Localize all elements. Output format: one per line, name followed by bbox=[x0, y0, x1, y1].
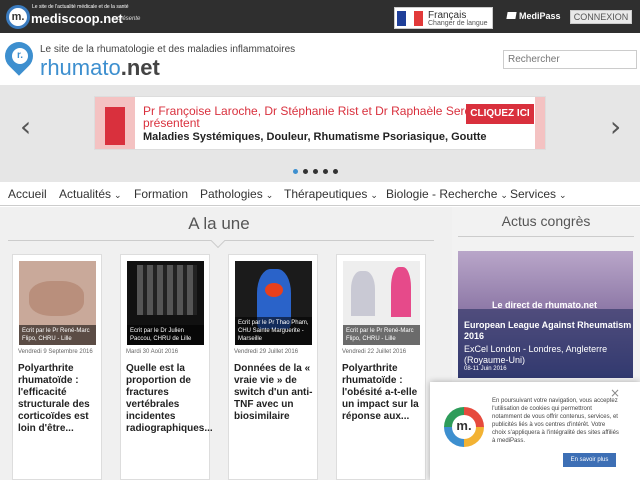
connexion-button[interactable]: CONNEXION bbox=[570, 10, 632, 24]
rhumato-name-suffix: .net bbox=[120, 55, 160, 80]
carousel-dot[interactable] bbox=[333, 169, 338, 174]
nav-item-therapeutiques[interactable]: Thérapeutiques ⌄ bbox=[284, 187, 378, 201]
medipass-logo-letter: m. bbox=[452, 415, 476, 439]
mediscoop-tagline: Le site de l'actualité médicale et de la… bbox=[32, 4, 129, 10]
congres-direct-label: Le direct de rhumato.net bbox=[492, 300, 598, 310]
article-author: Ecrit par le Dr Julien Paccou, CHRU de L… bbox=[127, 325, 204, 345]
cookie-text: En poursuivant votre navigation, vous ac… bbox=[492, 398, 619, 444]
nav-item-pathologies[interactable]: Pathologies ⌄ bbox=[200, 187, 273, 201]
language-selector[interactable]: Français Changer de langue bbox=[394, 7, 493, 29]
article-image-consultation[interactable]: Ecrit par le Pr René-Marc Flipo, CHRU - … bbox=[343, 261, 420, 345]
top-bar: m. Le site de l'actualité médicale et de… bbox=[0, 0, 640, 33]
mediscoop-name[interactable]: mediscoop.net bbox=[31, 11, 123, 26]
carousel-prev-arrow-icon[interactable]: ‹ bbox=[20, 110, 31, 143]
en-savoir-plus-button[interactable]: En savoir plus bbox=[563, 453, 616, 467]
chevron-down-icon: ⌄ bbox=[370, 190, 378, 200]
article-title[interactable]: Données de la « vraie vie » de switch d'… bbox=[234, 363, 318, 423]
article-date: Vendredi 9 Septembre 2016 bbox=[18, 349, 93, 355]
rhumato-logo[interactable]: rhumato.net bbox=[40, 55, 160, 81]
congres-place: ExCel London - Londres, Angleterre (Roya… bbox=[464, 344, 608, 365]
carousel-dot[interactable] bbox=[313, 169, 318, 174]
article-card[interactable]: Ecrit par le Pr Thao Pham, CHU Sainte Ma… bbox=[228, 254, 318, 480]
carousel-dot[interactable] bbox=[323, 169, 328, 174]
article-date: Vendredi 22 Juillet 2016 bbox=[342, 349, 407, 355]
chevron-down-icon: ⌄ bbox=[559, 190, 567, 200]
search-input[interactable] bbox=[503, 50, 637, 69]
une-title: A la une bbox=[188, 214, 250, 233]
carousel-dot[interactable] bbox=[303, 169, 308, 174]
carousel-next-arrow-icon[interactable]: › bbox=[610, 110, 621, 143]
article-card[interactable]: Ecrit par le Pr René-Marc Flipo, CHRU - … bbox=[12, 254, 102, 480]
article-title[interactable]: Quelle est la proportion de fractures ve… bbox=[126, 363, 213, 435]
rhumato-logo-letter: r. bbox=[12, 48, 28, 64]
nav-item-biologie-recherche[interactable]: Biologie - Recherche ⌄ bbox=[386, 187, 508, 201]
banner-building-illustration bbox=[95, 97, 135, 149]
nav-item-label: Accueil bbox=[8, 187, 47, 201]
chevron-down-icon: ⌄ bbox=[265, 190, 274, 200]
article-date: Mardi 30 Août 2016 bbox=[126, 349, 179, 355]
main-nav: Accueil Actualités ⌄ Formation Pathologie… bbox=[0, 182, 640, 206]
banner-presentent: présentent bbox=[143, 116, 200, 130]
cliquez-ici-button[interactable]: CLIQUEZ ICI bbox=[466, 104, 534, 124]
carousel-dots bbox=[293, 169, 338, 174]
article-image-hands[interactable]: Ecrit par le Pr René-Marc Flipo, CHRU - … bbox=[19, 261, 96, 345]
article-author: Ecrit par le Pr Thao Pham, CHU Sainte Ma… bbox=[235, 317, 312, 345]
promo-banner[interactable]: Pr Françoise Laroche, Dr Stéphanie Rist … bbox=[94, 96, 546, 150]
rhumato-name-prefix: rhumato bbox=[40, 55, 121, 80]
article-title[interactable]: Polyarthrite rhumatoïde : l'efficacité s… bbox=[18, 363, 102, 435]
carousel-dot[interactable] bbox=[293, 169, 298, 174]
nav-item-label: Pathologies bbox=[200, 187, 263, 201]
congres-name[interactable]: European League Against Rheumatism 2016 bbox=[464, 320, 632, 342]
article-title[interactable]: Polyarthrite rhumatoïde : l'obésité a-t-… bbox=[342, 363, 426, 423]
nav-item-label: Services bbox=[510, 187, 557, 201]
chevron-down-icon: ⌄ bbox=[114, 190, 122, 200]
nav-item-accueil[interactable]: Accueil bbox=[8, 187, 47, 201]
mediscoop-logo[interactable]: m. bbox=[6, 5, 30, 29]
change-language-label: Changer de langue bbox=[428, 20, 488, 27]
nav-item-label: Thérapeutiques bbox=[284, 187, 368, 201]
nav-item-label: Formation bbox=[134, 187, 189, 201]
congres-dates: 08-11 Juin 2016 bbox=[464, 366, 507, 372]
banner-topics: Maladies Systémiques, Douleur, Rhumatism… bbox=[143, 131, 487, 143]
article-card[interactable]: Ecrit par le Pr René-Marc Flipo, CHRU - … bbox=[336, 254, 426, 480]
divider bbox=[224, 240, 434, 241]
article-card[interactable]: Ecrit par le Dr Julien Paccou, CHRU de L… bbox=[120, 254, 213, 480]
medipass-label: MediPass bbox=[519, 11, 561, 21]
medipass-link[interactable]: MediPass bbox=[506, 11, 561, 21]
presente-label: présente bbox=[117, 16, 141, 22]
article-author: Ecrit par le Pr René-Marc Flipo, CHRU - … bbox=[343, 325, 420, 345]
nav-item-label: Actualités bbox=[59, 187, 112, 201]
nav-item-actualites[interactable]: Actualités ⌄ bbox=[59, 187, 122, 201]
nav-item-services[interactable]: Services ⌄ bbox=[510, 187, 567, 201]
rhumato-tagline: Le site de la rhumatologie et des maladi… bbox=[40, 44, 296, 55]
article-author: Ecrit par le Pr René-Marc Flipo, CHRU - … bbox=[19, 325, 96, 345]
congres-title: Actus congrès bbox=[501, 213, 591, 229]
nav-item-label: Biologie - Recherche bbox=[386, 187, 498, 201]
chevron-down-icon: ⌄ bbox=[500, 190, 508, 200]
france-flag-icon bbox=[397, 11, 424, 26]
medipass-icon bbox=[506, 12, 517, 19]
nav-item-formation[interactable]: Formation bbox=[134, 187, 188, 201]
article-date: Vendredi 29 Juillet 2016 bbox=[234, 349, 299, 355]
article-image-xray[interactable]: Ecrit par le Dr Julien Paccou, CHRU de L… bbox=[127, 261, 204, 345]
article-image-back-pain[interactable]: Ecrit par le Pr Thao Pham, CHU Sainte Ma… bbox=[235, 261, 312, 345]
divider bbox=[8, 240, 214, 241]
banner-carousel: ‹ › Pr Françoise Laroche, Dr Stéphanie R… bbox=[0, 85, 640, 182]
divider bbox=[458, 236, 634, 237]
banner-side-illustration bbox=[535, 97, 545, 149]
